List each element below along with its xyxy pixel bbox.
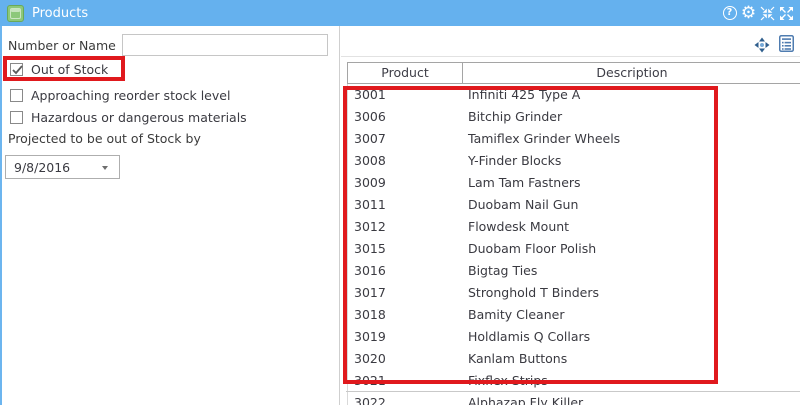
help-button[interactable]: ?	[720, 4, 739, 22]
hazardous-materials-checkbox-row[interactable]: Hazardous or dangerous materials	[10, 110, 247, 125]
description-cell: Fixflex Strips	[468, 373, 548, 388]
description-cell: Duobam Nail Gun	[468, 197, 579, 212]
table-row[interactable]: 3006 Bitchip Grinder	[348, 106, 800, 128]
table-row[interactable]: 3015 Duobam Floor Polish	[348, 238, 800, 260]
help-icon: ?	[722, 6, 737, 20]
approaching-reorder-label: Approaching reorder stock level	[31, 88, 231, 103]
description-cell: Infiniti 425 Type A	[468, 87, 581, 102]
titlebar: Products ? ⚙	[0, 0, 800, 26]
out-of-stock-checkbox[interactable]	[10, 63, 23, 76]
approaching-reorder-checkbox[interactable]	[10, 89, 23, 102]
description-cell: Stronghold T Binders	[468, 285, 600, 300]
expand-arrows-icon	[780, 6, 793, 20]
table-row[interactable]: 3009 Lam Tam Fastners	[348, 172, 800, 194]
toolbar-separator	[341, 56, 800, 57]
table-row[interactable]: 3008 Y-Finder Blocks	[348, 150, 800, 172]
product-cell: 3001	[354, 87, 386, 102]
hazardous-materials-label: Hazardous or dangerous materials	[31, 110, 247, 125]
product-cell: 3018	[354, 307, 386, 322]
chevron-down-icon	[102, 166, 108, 170]
settings-button[interactable]: ⚙	[739, 4, 758, 22]
table-row[interactable]: 3019 Holdlamis Q Collars	[348, 326, 800, 348]
projected-date-dropdown[interactable]: 9/8/2016	[5, 155, 120, 179]
move-button[interactable]	[754, 37, 770, 53]
table-row[interactable]: 3020 Kanlam Buttons	[348, 348, 800, 370]
table-row[interactable]: 3012 Flowdesk Mount	[348, 216, 800, 238]
product-cell: 3019	[354, 329, 386, 344]
hazardous-materials-checkbox[interactable]	[10, 111, 23, 124]
collapse-arrows-icon	[760, 6, 775, 20]
description-cell: Kanlam Buttons	[468, 351, 568, 366]
projected-out-of-stock-label: Projected to be out of Stock by	[8, 131, 201, 146]
product-cell: 3007	[354, 131, 386, 146]
table-row[interactable]: 3011 Duobam Nail Gun	[348, 194, 800, 216]
filter-panel: Number or Name Out of Stock Approaching …	[2, 26, 340, 405]
products-grid: Product Description 3001 Infiniti 425 Typ…	[347, 62, 800, 405]
product-cell: 3012	[354, 219, 386, 234]
description-cell: Bamity Cleaner	[468, 307, 565, 322]
move-arrows-icon	[754, 37, 770, 53]
table-row[interactable]: 3022 Alphazap Fly Killer	[348, 392, 800, 405]
product-cell: 3009	[354, 175, 386, 190]
product-cell: 3015	[354, 241, 386, 256]
product-cell: 3016	[354, 263, 386, 278]
description-cell: Y-Finder Blocks	[468, 153, 562, 168]
grid-row-separator	[346, 391, 800, 392]
product-cell: 3017	[354, 285, 386, 300]
table-row[interactable]: 3017 Stronghold T Binders	[348, 282, 800, 304]
description-cell: Holdlamis Q Collars	[468, 329, 591, 344]
description-cell: Duobam Floor Polish	[468, 241, 597, 256]
table-row[interactable]: 3007 Tamiflex Grinder Wheels	[348, 128, 800, 150]
list-icon	[779, 35, 794, 52]
product-cell: 3022	[354, 395, 386, 405]
description-column-header[interactable]: Description	[463, 63, 800, 83]
table-body: 3001 Infiniti 425 Type A 3006 Bitchip Grind…	[347, 84, 800, 405]
description-cell: Flowdesk Mount	[468, 219, 570, 234]
products-app-icon	[7, 4, 24, 22]
number-or-name-label: Number or Name	[8, 38, 116, 53]
page-title: Products	[32, 5, 89, 21]
product-cell: 3020	[354, 351, 386, 366]
approaching-reorder-checkbox-row[interactable]: Approaching reorder stock level	[10, 88, 230, 103]
out-of-stock-label: Out of Stock	[31, 62, 109, 77]
product-cell: 3021	[354, 373, 386, 388]
table-row[interactable]: 3021 Fixflex Strips	[348, 370, 800, 392]
table-row[interactable]: 3016 Bigtag Ties	[348, 260, 800, 282]
projected-date-value: 9/8/2016	[14, 160, 71, 175]
description-cell: Bitchip Grinder	[468, 109, 563, 124]
product-cell: 3008	[354, 153, 386, 168]
description-cell: Tamiflex Grinder Wheels	[468, 131, 621, 146]
product-cell: 3011	[354, 197, 386, 212]
table-row[interactable]: 3001 Infiniti 425 Type A	[348, 84, 800, 106]
number-or-name-input[interactable]	[122, 34, 328, 56]
checkmark-icon	[12, 65, 23, 75]
description-cell: Alphazap Fly Killer	[468, 395, 584, 405]
collapse-button[interactable]	[758, 4, 777, 22]
gear-icon: ⚙	[740, 2, 757, 23]
product-cell: 3006	[354, 109, 386, 124]
description-cell: Bigtag Ties	[468, 263, 538, 278]
grid-header: Product Description	[347, 62, 800, 84]
out-of-stock-checkbox-row[interactable]: Out of Stock	[10, 62, 108, 77]
table-row[interactable]: 3018 Bamity Cleaner	[348, 304, 800, 326]
expand-button[interactable]	[777, 4, 796, 22]
list-view-button[interactable]	[779, 35, 794, 52]
description-cell: Lam Tam Fastners	[468, 175, 581, 190]
product-column-header[interactable]: Product	[348, 63, 463, 83]
products-panel: Product Description 3001 Infiniti 425 Typ…	[341, 26, 800, 405]
